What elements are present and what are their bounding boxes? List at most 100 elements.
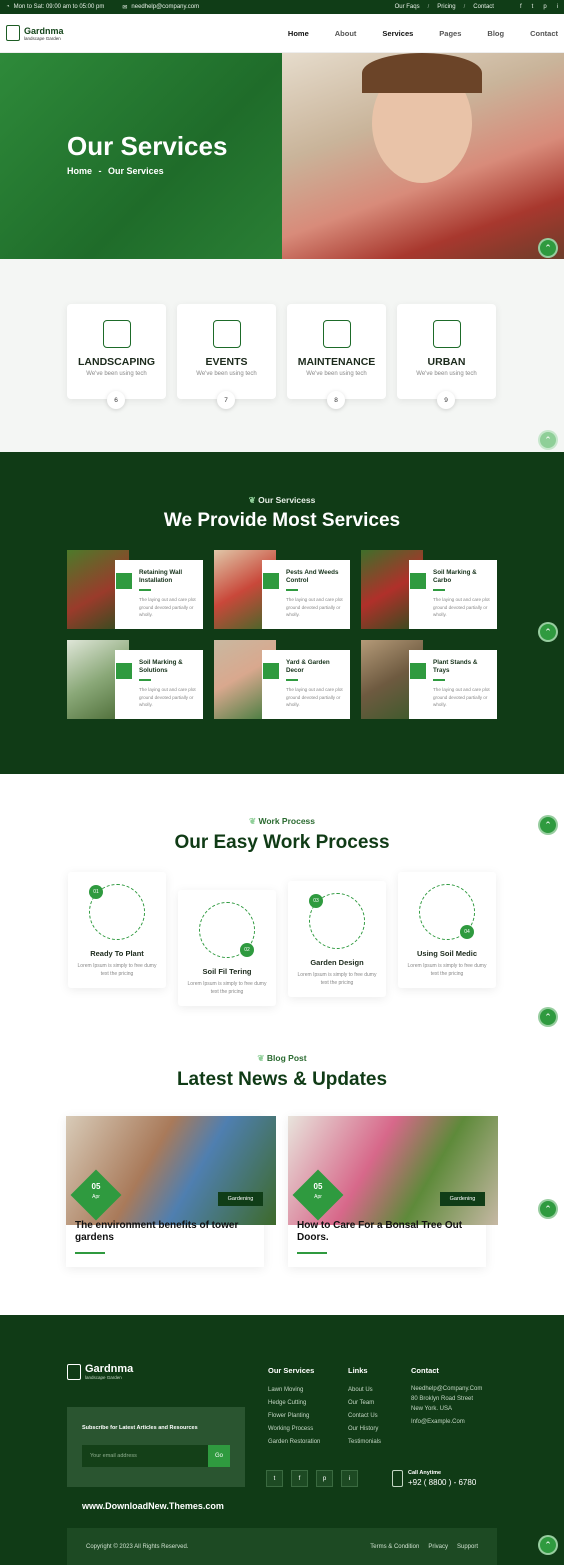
garden-icon (262, 662, 280, 680)
title-underline (433, 679, 445, 681)
post-date: 05 Apr (300, 1182, 336, 1202)
scroll-up-button[interactable]: ⌃ (538, 622, 558, 642)
service-item-desc: The laying out and care plot ground devo… (286, 687, 343, 707)
post-title[interactable]: The environment benefits of tower garden… (75, 1220, 255, 1244)
service-card-urban[interactable]: URBAN We've been using tech 9 (397, 304, 496, 409)
footer-link[interactable]: Lawn Moving (268, 1384, 320, 1397)
nav-pages[interactable]: Pages (439, 29, 461, 38)
footer-link[interactable]: Working Process (268, 1423, 320, 1436)
step-number: 02 (240, 943, 254, 957)
footer-link[interactable]: Flower Planting (268, 1410, 320, 1423)
service-item[interactable]: Pests And Weeds Control The laying out a… (214, 550, 350, 629)
service-card-landscaping[interactable]: LANDSCAPING We've been using tech 6 (67, 304, 166, 409)
chevron-up-icon: ⌃ (544, 434, 552, 445)
footer-link[interactable]: Hedge Cutting (268, 1397, 320, 1410)
garden-icon (262, 572, 280, 590)
leaf-icon: ❦ (257, 1053, 267, 1063)
footer-link[interactable]: About Us (348, 1384, 381, 1397)
scroll-up-button[interactable]: ⌃ (538, 1007, 558, 1027)
twitter-icon[interactable]: t (266, 1470, 283, 1487)
service-item-title: Soil Marking & Carbo (433, 569, 477, 584)
service-item[interactable]: Soil Marking & Carbo The laying out and … (361, 550, 497, 629)
faqs-link[interactable]: Our Faqs (395, 4, 420, 10)
footer-logo[interactable]: Gardnma landscape Garden (67, 1363, 133, 1380)
nav-blog[interactable]: Blog (487, 29, 504, 38)
step-number: 01 (89, 885, 103, 899)
title-underline (286, 679, 298, 681)
phone-number[interactable]: +92 ( 8800 ) - 6780 (408, 1478, 476, 1487)
service-item-desc: The laying out and care plot ground devo… (433, 597, 490, 617)
post-day: 05 (313, 1182, 323, 1191)
service-item-desc: The laying out and care plot ground devo… (433, 687, 490, 707)
contact-email-2[interactable]: Info@Example.Com (411, 1414, 482, 1430)
facebook-icon[interactable]: f (520, 4, 522, 10)
page-title: Our Services (67, 131, 228, 161)
social-icons: t f p i (266, 1470, 358, 1487)
footer-link[interactable]: Our Team (348, 1397, 381, 1410)
privacy-link[interactable]: Privacy (428, 1544, 448, 1550)
blog-card[interactable]: 05 Apr Gardening How to Care For a Bonsal… (288, 1116, 498, 1267)
instagram-icon[interactable]: i (341, 1470, 358, 1487)
scroll-up-button[interactable]: ⌃ (538, 1199, 558, 1219)
nav-home[interactable]: Home (288, 29, 309, 38)
mail-icon: ✉ (122, 4, 128, 11)
breadcrumb-sep: - (98, 166, 102, 176)
category-tag[interactable]: Gardening (218, 1192, 263, 1206)
footer-link[interactable]: Our History (348, 1423, 381, 1436)
service-card-maintenance[interactable]: MAINTENANCE We've been using tech 8 (287, 304, 386, 409)
contact-email[interactable]: Needhelp@Company.Com (411, 1384, 482, 1394)
instagram-icon[interactable]: i (557, 4, 558, 10)
section-kicker: ❦ Our Servicess (0, 495, 564, 506)
breadcrumb: Home - Our Services (67, 166, 164, 176)
process-step: 04 Using Soil Medic Lorem Ipsum is simpl… (398, 872, 496, 988)
urban-icon (432, 320, 461, 348)
logo[interactable]: Gardnma landscape Garden (6, 25, 64, 41)
post-month: Apr (314, 1194, 322, 1200)
service-card-title: EVENTS (205, 356, 248, 368)
pinterest-icon[interactable]: p (543, 4, 546, 10)
twitter-icon[interactable]: t (532, 4, 534, 10)
service-item[interactable]: Retaining Wall Installation The laying o… (67, 550, 203, 629)
go-button[interactable]: Go (208, 1445, 230, 1467)
service-card-number: 6 (107, 391, 125, 409)
service-item-title: Soil Marking & Solutions (139, 659, 183, 674)
support-link[interactable]: Support (457, 1544, 478, 1550)
scroll-up-button[interactable]: ⌃ (538, 1535, 558, 1555)
email-link[interactable]: needhelp@company.com (131, 4, 199, 10)
scroll-up-button[interactable]: ⌃ (538, 815, 558, 835)
nav-contact[interactable]: Contact (530, 29, 558, 38)
blog-card[interactable]: 05 Apr Gardening The environment benefits… (66, 1116, 276, 1267)
section-heading: We Provide Most Services (163, 510, 401, 531)
call-label: Call Anytime (408, 1470, 442, 1476)
watermark-text: www.DownloadNew.Themes.com (82, 1501, 224, 1511)
service-item[interactable]: Plant Stands & Trays The laying out and … (361, 640, 497, 719)
breadcrumb-home[interactable]: Home (67, 166, 92, 176)
footer-link[interactable]: Garden Restoration (268, 1436, 320, 1449)
nav-about[interactable]: About (335, 29, 357, 38)
service-item[interactable]: Yard & Garden Decor The laying out and c… (214, 640, 350, 719)
service-card-desc: We've been using tech (306, 371, 367, 377)
service-card-desc: We've been using tech (416, 371, 477, 377)
service-item[interactable]: Soil Marking & Solutions The laying out … (67, 640, 203, 719)
service-card-events[interactable]: EVENTS We've been using tech 7 (177, 304, 276, 409)
scroll-up-button[interactable]: ⌃ (538, 238, 558, 258)
service-card-desc: We've been using tech (86, 371, 147, 377)
footer-link[interactable]: Testimonials (348, 1436, 381, 1449)
title-underline (433, 589, 445, 591)
category-tag[interactable]: Gardening (440, 1192, 485, 1206)
email-input[interactable]: Your email address (82, 1445, 208, 1467)
contact-link[interactable]: Contact (473, 4, 494, 10)
terms-link[interactable]: Terms & Condition (370, 1544, 419, 1550)
process-step: 01 Ready To Plant Lorem Ipsum is simply … (68, 872, 166, 988)
post-title[interactable]: How to Care For a Bonsal Tree Out Doors. (297, 1220, 477, 1244)
facebook-icon[interactable]: f (291, 1470, 308, 1487)
chevron-up-icon: ⌃ (544, 242, 552, 253)
pinterest-icon[interactable]: p (316, 1470, 333, 1487)
scroll-up-button[interactable]: ⌃ (538, 430, 558, 450)
service-card-title: MAINTENANCE (297, 356, 376, 368)
pricing-link[interactable]: Pricing (437, 4, 455, 10)
post-month: Apr (92, 1194, 100, 1200)
nav-services[interactable]: Services (382, 29, 413, 38)
footer-link[interactable]: Contact Us (348, 1410, 381, 1423)
title-underline (139, 679, 151, 681)
